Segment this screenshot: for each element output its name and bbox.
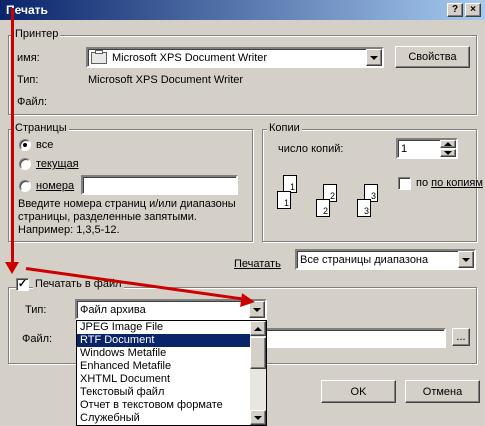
file-path-label: Файл: bbox=[22, 333, 53, 345]
annotation-arrow-line bbox=[11, 8, 14, 264]
collate-page: 1 bbox=[277, 191, 291, 209]
file-path-input[interactable] bbox=[264, 328, 446, 348]
pages-numbers-input[interactable] bbox=[81, 175, 238, 195]
printer-name-value: Microsoft XPS Document Writer bbox=[112, 52, 268, 64]
annotation-arrowhead-icon bbox=[5, 262, 19, 274]
pages-hint: Введите номера страниц и/или диапазоны с… bbox=[18, 198, 236, 236]
copies-group-label: Копии bbox=[267, 122, 302, 134]
pages-all-radio[interactable] bbox=[19, 139, 31, 151]
printer-type-label: Тип: bbox=[17, 74, 39, 86]
dropdown-option[interactable]: Windows Metafile bbox=[77, 347, 251, 360]
scroll-up-button[interactable] bbox=[250, 321, 266, 336]
dropdown-option[interactable]: Служебный bbox=[77, 412, 251, 425]
annotation-arrowhead-icon bbox=[240, 293, 256, 309]
printer-dropdown-arrow[interactable] bbox=[366, 49, 382, 66]
printer-name-select[interactable]: Microsoft XPS Document Writer bbox=[86, 47, 384, 68]
dropdown-option[interactable]: Enhanced Metafile bbox=[77, 360, 251, 373]
arrow-up-icon bbox=[444, 142, 452, 146]
collate-illustration-icon: 1 1 2 2 3 3 bbox=[275, 173, 385, 218]
print-range-select[interactable]: Все страницы диапазона bbox=[295, 249, 476, 270]
collate-page: 2 bbox=[316, 199, 330, 217]
ok-button[interactable]: OK bbox=[321, 380, 396, 403]
properties-button[interactable]: Свойства bbox=[395, 46, 470, 68]
pages-current-radio[interactable] bbox=[19, 158, 31, 170]
printer-group-label: Принтер bbox=[13, 28, 61, 40]
chevron-down-icon bbox=[253, 307, 261, 312]
help-button[interactable]: ? bbox=[447, 3, 463, 17]
browse-button[interactable]: ... bbox=[452, 328, 470, 346]
printer-name-label: имя: bbox=[17, 52, 40, 64]
file-type-value: Файл архива bbox=[80, 304, 146, 316]
scroll-thumb[interactable] bbox=[250, 337, 266, 369]
collate-checkbox[interactable] bbox=[398, 177, 411, 190]
copies-count-label: число копий: bbox=[278, 143, 344, 155]
dropdown-option[interactable]: JPEG Image File bbox=[77, 321, 251, 334]
printer-file-label: Файл: bbox=[17, 96, 48, 108]
print-range-dropdown-arrow[interactable] bbox=[458, 251, 474, 268]
copies-count-spinner[interactable]: 1 bbox=[396, 138, 458, 159]
arrow-down-icon bbox=[254, 415, 262, 420]
print-to-file-checkbox[interactable]: ✓ bbox=[16, 278, 29, 291]
chevron-down-icon bbox=[462, 257, 470, 262]
file-type-select[interactable]: Файл архива bbox=[75, 299, 267, 320]
printer-type-value: Microsoft XPS Document Writer bbox=[88, 74, 244, 86]
dropdown-option[interactable]: Отчет в текстовом формате bbox=[77, 399, 251, 412]
dropdown-option[interactable]: XHTML Document bbox=[77, 373, 251, 386]
pages-group-label: Страницы bbox=[13, 122, 69, 134]
collate-label: по по копиям bbox=[416, 177, 483, 189]
copies-decrement-button[interactable] bbox=[440, 149, 456, 157]
title-bar: Печать ? × bbox=[0, 0, 485, 20]
print-range-label: Печатать bbox=[234, 258, 281, 270]
pages-current-label: текущая bbox=[36, 158, 79, 170]
printer-icon bbox=[91, 50, 107, 64]
dropdown-option[interactable]: Текстовый файл bbox=[77, 386, 251, 399]
pages-numbers-label: номера bbox=[36, 180, 75, 192]
dropdown-scrollbar[interactable] bbox=[250, 321, 266, 425]
arrow-down-icon bbox=[444, 151, 452, 155]
arrow-up-icon bbox=[254, 326, 262, 331]
copies-increment-button[interactable] bbox=[440, 140, 456, 148]
file-type-label: Тип: bbox=[25, 304, 47, 316]
collate-page: 3 bbox=[357, 199, 371, 217]
pages-numbers-radio[interactable] bbox=[19, 180, 31, 192]
file-type-dropdown-list: JPEG Image File RTF Document Windows Met… bbox=[76, 320, 267, 426]
cancel-button[interactable]: Отмена bbox=[405, 380, 480, 403]
print-range-value: Все страницы диапазона bbox=[300, 254, 429, 266]
copies-count-value: 1 bbox=[401, 143, 408, 155]
dropdown-option-selected[interactable]: RTF Document bbox=[77, 334, 251, 347]
close-button[interactable]: × bbox=[465, 3, 481, 17]
pages-all-label: все bbox=[36, 139, 54, 151]
scroll-down-button[interactable] bbox=[250, 410, 266, 425]
chevron-down-icon bbox=[370, 55, 378, 60]
